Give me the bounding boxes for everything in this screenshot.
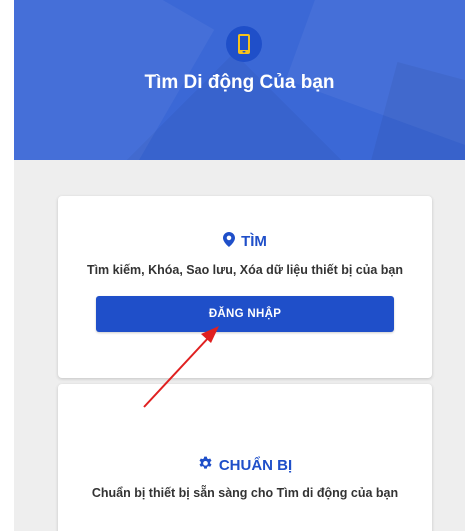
page-title: Tìm Di động Của bạn <box>144 72 335 93</box>
hero-banner: Tìm Di động Của bạn <box>14 0 465 160</box>
find-description: Tìm kiếm, Khóa, Sao lưu, Xóa dữ liệu thi… <box>86 263 404 277</box>
left-margin <box>0 0 14 531</box>
location-pin-icon <box>223 232 236 251</box>
prepare-card-heading: CHUẨN BỊ <box>58 456 432 475</box>
prepare-description: Chuẩn bị thiết bị sẵn sàng cho Tìm di độ… <box>91 486 399 500</box>
find-card: TÌM Tìm kiếm, Khóa, Sao lưu, Xóa dữ liệu… <box>58 196 432 378</box>
mobile-phone-icon <box>226 26 262 62</box>
right-margin <box>465 0 469 531</box>
gear-icon <box>198 456 213 475</box>
find-heading-text: TÌM <box>241 233 267 250</box>
login-button[interactable]: ĐĂNG NHẬP <box>96 296 394 332</box>
find-card-heading: TÌM <box>58 232 432 251</box>
prepare-heading-text: CHUẨN BỊ <box>218 457 293 474</box>
find-my-mobile-page: Tìm Di động Của bạn TÌM Tìm kiếm, Khóa, … <box>0 0 469 531</box>
prepare-card: CHUẨN BỊ Chuẩn bị thiết bị sẵn sàng cho … <box>58 384 432 531</box>
main-content: TÌM Tìm kiếm, Khóa, Sao lưu, Xóa dữ liệu… <box>14 160 465 531</box>
